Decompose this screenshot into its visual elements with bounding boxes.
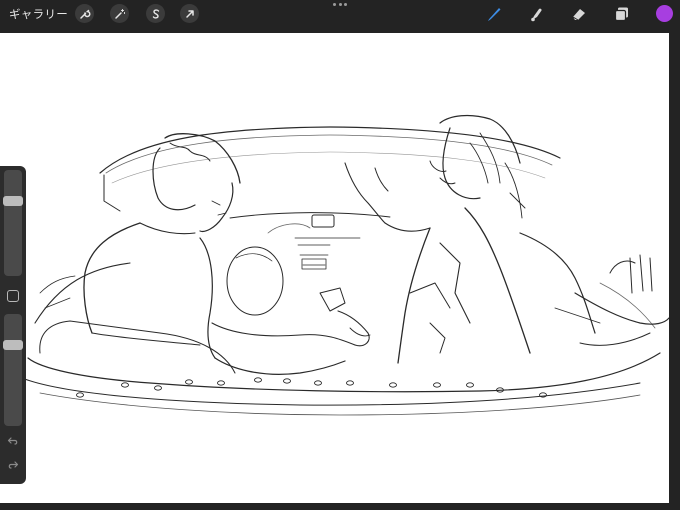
transform-arrow-icon[interactable] bbox=[180, 4, 199, 23]
left-sidebar bbox=[0, 166, 26, 484]
opacity-slider-thumb[interactable] bbox=[3, 340, 23, 350]
opacity-slider[interactable] bbox=[3, 314, 23, 426]
undo-icon[interactable] bbox=[6, 434, 20, 448]
brush-icon[interactable] bbox=[484, 4, 504, 24]
brush-size-slider-thumb[interactable] bbox=[3, 196, 23, 206]
square-icon[interactable] bbox=[7, 290, 19, 302]
eraser-icon[interactable] bbox=[569, 4, 589, 24]
selection-s-icon[interactable] bbox=[146, 4, 165, 23]
wrench-icon[interactable] bbox=[75, 4, 94, 23]
sketch-artwork bbox=[21, 114, 669, 416]
smudge-icon[interactable] bbox=[527, 4, 547, 24]
magic-wand-icon[interactable] bbox=[110, 4, 129, 23]
gallery-button[interactable]: ギャラリー bbox=[9, 6, 68, 22]
layers-icon[interactable] bbox=[612, 4, 632, 24]
more-dots-icon[interactable] bbox=[333, 1, 347, 7]
top-toolbar: ギャラリー bbox=[0, 0, 680, 28]
brush-size-slider[interactable] bbox=[3, 170, 23, 276]
redo-icon[interactable] bbox=[6, 458, 20, 472]
drawing-canvas[interactable] bbox=[0, 33, 669, 503]
color-picker-swatch[interactable] bbox=[656, 5, 673, 22]
